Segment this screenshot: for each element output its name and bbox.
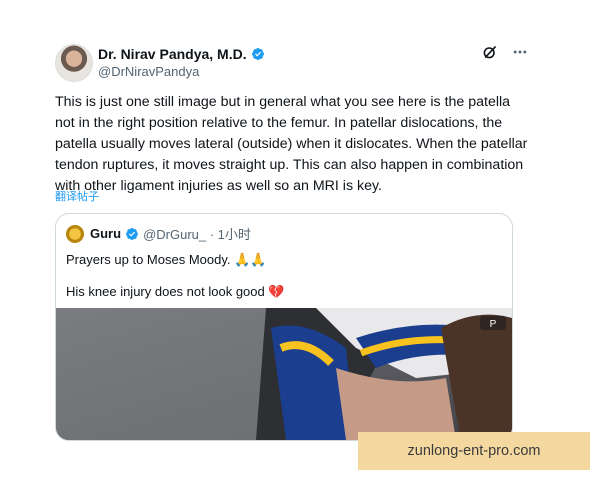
tweet-body-text: This is just one still image but in gene… <box>55 94 528 194</box>
quoted-header: Guru @DrGuru_ · 1小时 <box>66 224 251 243</box>
quoted-verified-badge-icon <box>126 227 139 240</box>
media-badge: P <box>490 319 497 330</box>
watermark-banner: zunlong-ent-pro.com <box>358 432 590 470</box>
author-handle[interactable]: @DrNiravPandya <box>98 64 199 79</box>
watermark-text: zunlong-ent-pro.com <box>407 443 541 459</box>
author-avatar[interactable] <box>55 44 93 82</box>
quoted-text-line-1: Prayers up to Moses Moody. 🙏🙏 <box>66 252 267 267</box>
grok-slash-icon[interactable] <box>482 44 498 60</box>
author-name[interactable]: Dr. Nirav Pandya, M.D. <box>98 46 247 62</box>
verified-badge-icon <box>251 48 264 60</box>
quoted-tweet[interactable]: Guru @DrGuru_ · 1小时 Prayers up to Moses … <box>55 213 513 441</box>
quoted-author-name[interactable]: Guru <box>90 226 121 241</box>
quoted-text-line-2: His knee injury does not look good 💔 <box>66 284 285 299</box>
injury-photo: P <box>56 308 512 440</box>
tweet-actions-top <box>482 44 528 60</box>
tweet-card: Dr. Nirav Pandya, M.D. @DrNiravPandya Th… <box>40 30 550 450</box>
more-dots-icon[interactable] <box>512 44 528 60</box>
quoted-media-image[interactable]: P <box>56 308 512 440</box>
quoted-avatar[interactable] <box>66 224 84 243</box>
quoted-handle-time[interactable]: @DrGuru_ · 1小时 <box>143 224 251 243</box>
author-name-row[interactable]: Dr. Nirav Pandya, M.D. <box>98 46 265 62</box>
translate-post-link[interactable]: 翻译帖子 <box>55 188 99 204</box>
